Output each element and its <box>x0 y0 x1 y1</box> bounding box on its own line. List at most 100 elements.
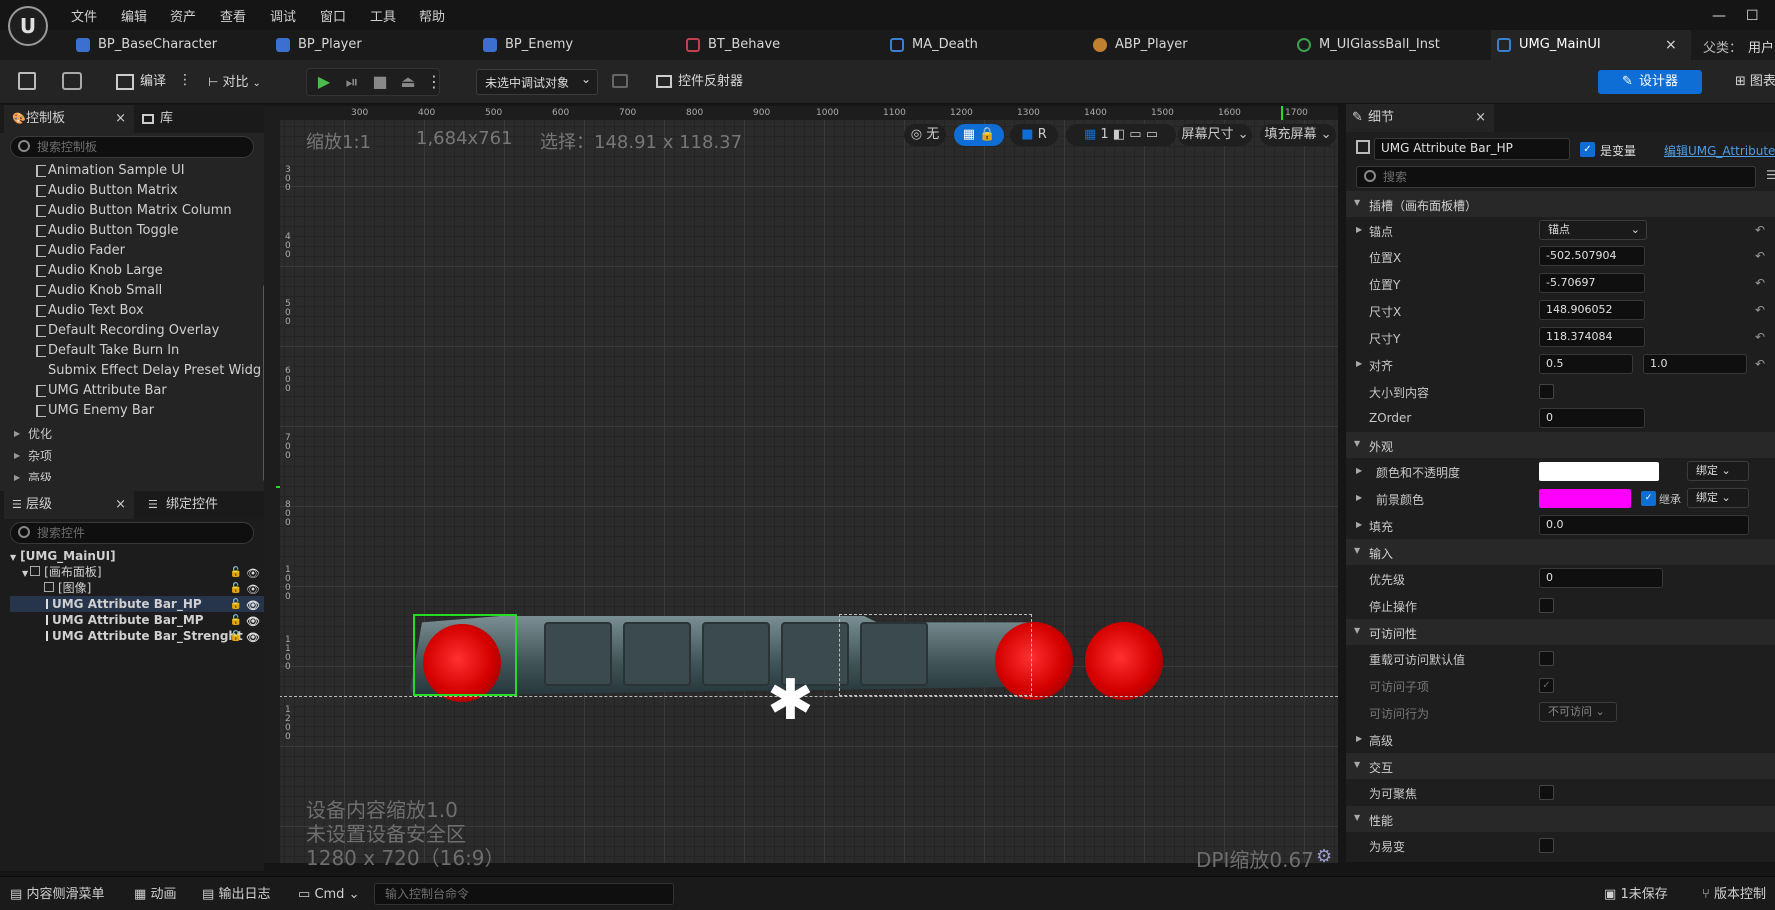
panel-splitter[interactable] <box>1338 104 1346 864</box>
palette-item[interactable]: Submix Effect Delay Preset Widget <box>48 361 260 381</box>
respect-locks-button[interactable]: ■ R <box>1010 124 1058 146</box>
menu-tools[interactable]: 工具 <box>370 6 396 25</box>
priority-input[interactable]: 0 <box>1539 568 1663 588</box>
save-icon[interactable] <box>18 72 36 90</box>
tree-canvas-panel[interactable]: ▼ [画布面板] 🔓 👁 <box>22 564 264 580</box>
compile-button[interactable]: 编译 <box>116 70 186 94</box>
fill-screen-dropdown[interactable]: 填充屏幕 ⌄ <box>1260 124 1336 146</box>
tree-item-strength-bar[interactable]: UMG Attribute Bar_Strenght 🔓 👁 <box>10 628 264 644</box>
tab-palette[interactable]: 🎨 控制板 × <box>4 105 134 133</box>
close-tab-icon[interactable]: × <box>1665 30 1677 60</box>
tab-bind-widgets[interactable]: ☰ 绑定控件 <box>144 491 254 519</box>
content-drawer-button[interactable]: ▤ 内容侧滑菜单 <box>10 885 116 905</box>
tab-bp-player[interactable]: BP_Player <box>270 30 470 60</box>
reset-icon[interactable]: ↶ <box>1755 276 1765 290</box>
size-to-content-checkbox[interactable] <box>1539 384 1554 399</box>
section-interaction[interactable]: 交互 <box>1346 753 1775 779</box>
tree-image[interactable]: [图像] 🔓 👁 <box>44 580 264 596</box>
menu-window[interactable]: 窗口 <box>320 6 346 25</box>
foreground-color-swatch[interactable] <box>1539 489 1631 508</box>
section-input[interactable]: 输入 <box>1346 539 1775 565</box>
tree-item-mp-bar[interactable]: UMG Attribute Bar_MP 🔓 👁 <box>10 612 264 628</box>
palette-item[interactable]: Audio Fader <box>36 241 125 261</box>
accessible-behavior-dropdown[interactable]: 不可访问 ⌄ <box>1539 702 1617 722</box>
eye-icon[interactable]: 👁 <box>246 630 260 646</box>
reset-icon[interactable]: ↶ <box>1755 249 1765 263</box>
palette-item[interactable]: Audio Knob Large <box>36 261 163 281</box>
palette-item[interactable]: UMG Enemy Bar <box>36 401 154 421</box>
close-panel-icon[interactable]: × <box>1475 104 1486 132</box>
section-appearance[interactable]: 外观 <box>1346 432 1775 458</box>
hierarchy-search-input[interactable]: 搜索控件 <box>10 522 254 544</box>
console-command-input[interactable]: 输入控制台命令 <box>374 883 674 905</box>
size-y-input[interactable]: 118.374084 <box>1539 327 1645 347</box>
palette-item[interactable]: Animation Sample UI <box>36 161 185 181</box>
tab-hierarchy[interactable]: ☰ 层级 × <box>4 491 134 519</box>
reset-icon[interactable]: ↶ <box>1755 223 1765 237</box>
volatile-checkbox[interactable] <box>1539 838 1554 853</box>
tab-abp-player[interactable]: ABP_Player <box>1087 30 1287 60</box>
selection-box[interactable] <box>413 614 517 696</box>
unsaved-button[interactable]: ▣ 1未保存 <box>1604 885 1678 905</box>
palette-item[interactable]: Audio Text Box <box>36 301 144 321</box>
close-panel-icon[interactable]: × <box>115 105 126 133</box>
tab-details[interactable]: ✎ 细节 × <box>1346 104 1494 132</box>
lock-icon[interactable]: 🔓 <box>230 629 242 645</box>
palette-search-input[interactable]: 搜索控制板 <box>10 136 254 158</box>
animation-button[interactable]: ▦ 动画 <box>134 885 194 905</box>
inherit-checkbox[interactable]: ✓ <box>1641 491 1656 506</box>
play-icon[interactable]: ▶ <box>310 69 338 95</box>
tab-bp-basecharacter[interactable]: BP_BaseCharacter <box>70 30 270 60</box>
tab-library[interactable]: 库 <box>138 105 238 133</box>
position-y-input[interactable]: -5.70697 <box>1539 273 1645 293</box>
menu-debug[interactable]: 调试 <box>270 6 296 25</box>
anchor-flower-icon[interactable]: ✱ <box>767 673 814 729</box>
palette-item[interactable]: Default Take Burn In <box>36 341 179 361</box>
screen-size-dropdown[interactable]: 屏幕尺寸 ⌄ <box>1178 124 1252 146</box>
world-toggle-button[interactable]: ◎ 无 <box>904 124 946 146</box>
gear-icon[interactable]: ⚙ <box>1316 846 1332 867</box>
tree-item-hp-bar[interactable]: UMG Attribute Bar_HP 🔓 👁 <box>10 596 264 612</box>
stop-action-checkbox[interactable] <box>1539 598 1554 613</box>
strength-orb[interactable] <box>1085 622 1163 700</box>
accessible-children-checkbox[interactable]: ✓ <box>1539 678 1554 693</box>
override-accessible-checkbox[interactable] <box>1539 651 1554 666</box>
view-options-icon[interactable]: ☰ <box>1766 168 1775 182</box>
menu-edit[interactable]: 编辑 <box>121 6 147 25</box>
palette-item[interactable]: Audio Button Toggle <box>36 221 179 241</box>
palette-item[interactable]: UMG Attribute Bar <box>36 381 167 401</box>
close-panel-icon[interactable]: × <box>115 491 126 519</box>
tab-umg-mainui[interactable]: UMG_MainUI × <box>1491 30 1691 60</box>
output-log-button[interactable]: ▤ 输出日志 <box>202 885 282 905</box>
widget-name-input[interactable]: UMG Attribute Bar_HP <box>1374 138 1570 160</box>
row-advanced[interactable]: 高级 <box>1346 726 1775 752</box>
zorder-input[interactable]: 0 <box>1539 408 1645 428</box>
eject-icon[interactable]: ⏏ <box>394 69 422 95</box>
lock-icon[interactable]: 🔓 <box>230 597 242 613</box>
lock-icon[interactable]: 🔓 <box>230 613 242 629</box>
play-options-icon[interactable]: ⋮ <box>420 69 448 95</box>
designer-mode-button[interactable]: ✎ 设计器 <box>1598 70 1702 94</box>
menu-file[interactable]: 文件 <box>71 6 97 25</box>
tab-ma-death[interactable]: MA_Death <box>884 30 1084 60</box>
menu-view[interactable]: 查看 <box>220 6 246 25</box>
lock-icon[interactable]: 🔓 <box>230 581 242 597</box>
cmd-dropdown[interactable]: ▭ Cmd ⌄ <box>298 885 366 905</box>
parent-class-value[interactable]: 用户 <box>1748 37 1774 56</box>
category-misc[interactable]: 杂项 <box>14 445 254 467</box>
anchors-dropdown[interactable]: 锚点 ⌄ <box>1539 220 1647 240</box>
lock-icon[interactable]: 🔓 <box>230 565 242 581</box>
edit-widget-link[interactable]: 编辑UMG_AttributeB <box>1664 142 1775 159</box>
focusable-checkbox[interactable] <box>1539 785 1554 800</box>
tree-root[interactable]: ▼ [UMG_MainUI] <box>10 548 264 564</box>
grid-controls[interactable]: ▦ 1 ◧ ▭ ▭ <box>1066 124 1176 146</box>
category-advanced[interactable]: 高级 <box>14 467 254 481</box>
step-icon[interactable]: ⏯ <box>338 69 366 95</box>
palette-item[interactable]: Default Recording Overlay <box>36 321 219 341</box>
tab-bt-behave[interactable]: BT_Behave <box>680 30 880 60</box>
bind-dropdown[interactable]: 绑定 ⌄ <box>1687 488 1749 508</box>
color-opacity-swatch[interactable] <box>1539 462 1659 481</box>
palette-item[interactable]: Audio Button Matrix Column <box>36 201 232 221</box>
section-accessibility[interactable]: 可访问性 <box>1346 619 1775 645</box>
menu-help[interactable]: 帮助 <box>419 6 445 25</box>
